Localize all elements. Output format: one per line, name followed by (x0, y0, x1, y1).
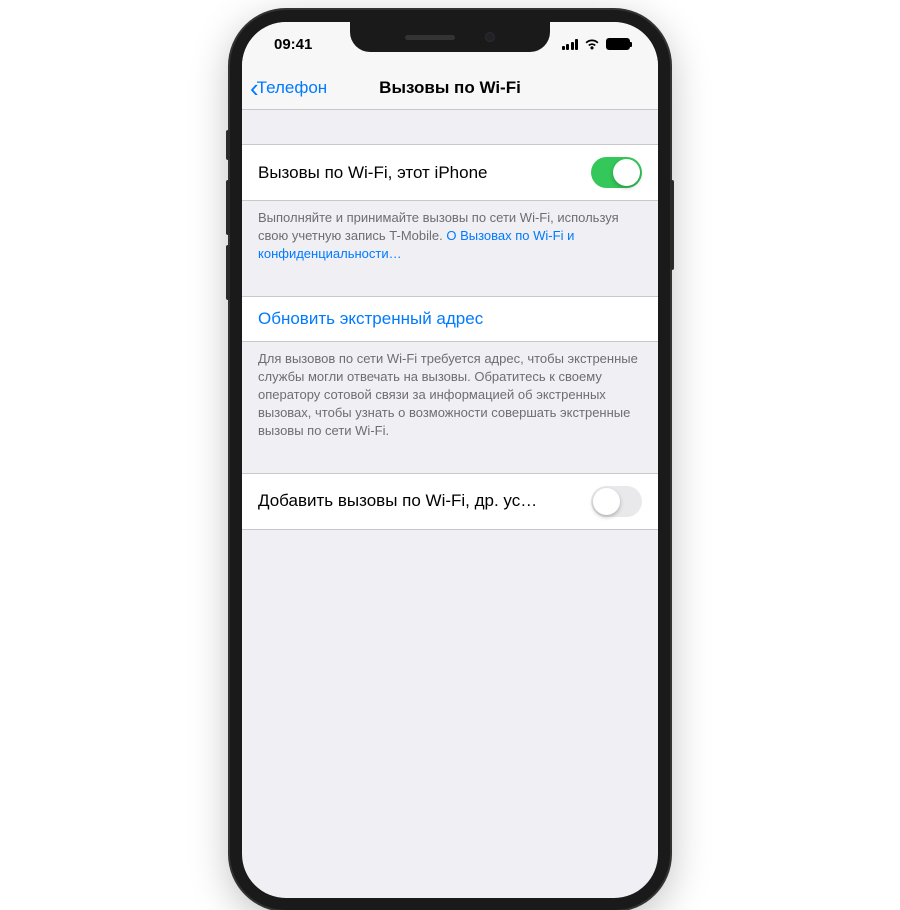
phone-device-frame: 09:41 ‹ Телефон Вызовы по Wi-Fi (230, 10, 670, 910)
navigation-bar: ‹ Телефон Вызовы по Wi-Fi (242, 66, 658, 110)
wifi-calling-this-iphone-toggle[interactable] (591, 157, 642, 188)
wifi-icon (584, 38, 600, 50)
update-emergency-address-label: Обновить экстренный адрес (258, 309, 483, 329)
wifi-calling-footer: Выполняйте и принимайте вызовы по сети W… (242, 201, 658, 274)
back-button[interactable]: ‹ Телефон (242, 75, 327, 101)
status-time: 09:41 (274, 36, 312, 53)
mute-switch (226, 130, 230, 160)
wifi-calling-this-iphone-label: Вызовы по Wi-Fi, этот iPhone (258, 163, 581, 183)
page-title: Вызовы по Wi-Fi (379, 78, 521, 98)
volume-down-button (226, 245, 230, 300)
phone-notch (350, 22, 550, 52)
settings-content: Вызовы по Wi-Fi, этот iPhone Выполняйте … (242, 110, 658, 530)
back-button-label: Телефон (257, 78, 328, 98)
power-button (670, 180, 674, 270)
phone-screen: 09:41 ‹ Телефон Вызовы по Wi-Fi (242, 22, 658, 898)
battery-icon (606, 38, 630, 50)
status-indicators (562, 38, 631, 50)
emergency-footer: Для вызовов по сети Wi-Fi требуется адре… (242, 342, 658, 451)
add-wifi-calling-other-devices-row[interactable]: Добавить вызовы по Wi-Fi, др. ус… (242, 473, 658, 530)
wifi-calling-this-iphone-row[interactable]: Вызовы по Wi-Fi, этот iPhone (242, 144, 658, 201)
cellular-signal-icon (562, 39, 579, 50)
update-emergency-address-button[interactable]: Обновить экстренный адрес (242, 296, 658, 342)
add-wifi-calling-other-devices-toggle[interactable] (591, 486, 642, 517)
volume-up-button (226, 180, 230, 235)
speaker-grille (405, 35, 455, 40)
add-wifi-calling-other-devices-label: Добавить вызовы по Wi-Fi, др. ус… (258, 491, 581, 511)
front-camera (485, 32, 495, 42)
emergency-footer-text: Для вызовов по сети Wi-Fi требуется адре… (258, 351, 638, 439)
